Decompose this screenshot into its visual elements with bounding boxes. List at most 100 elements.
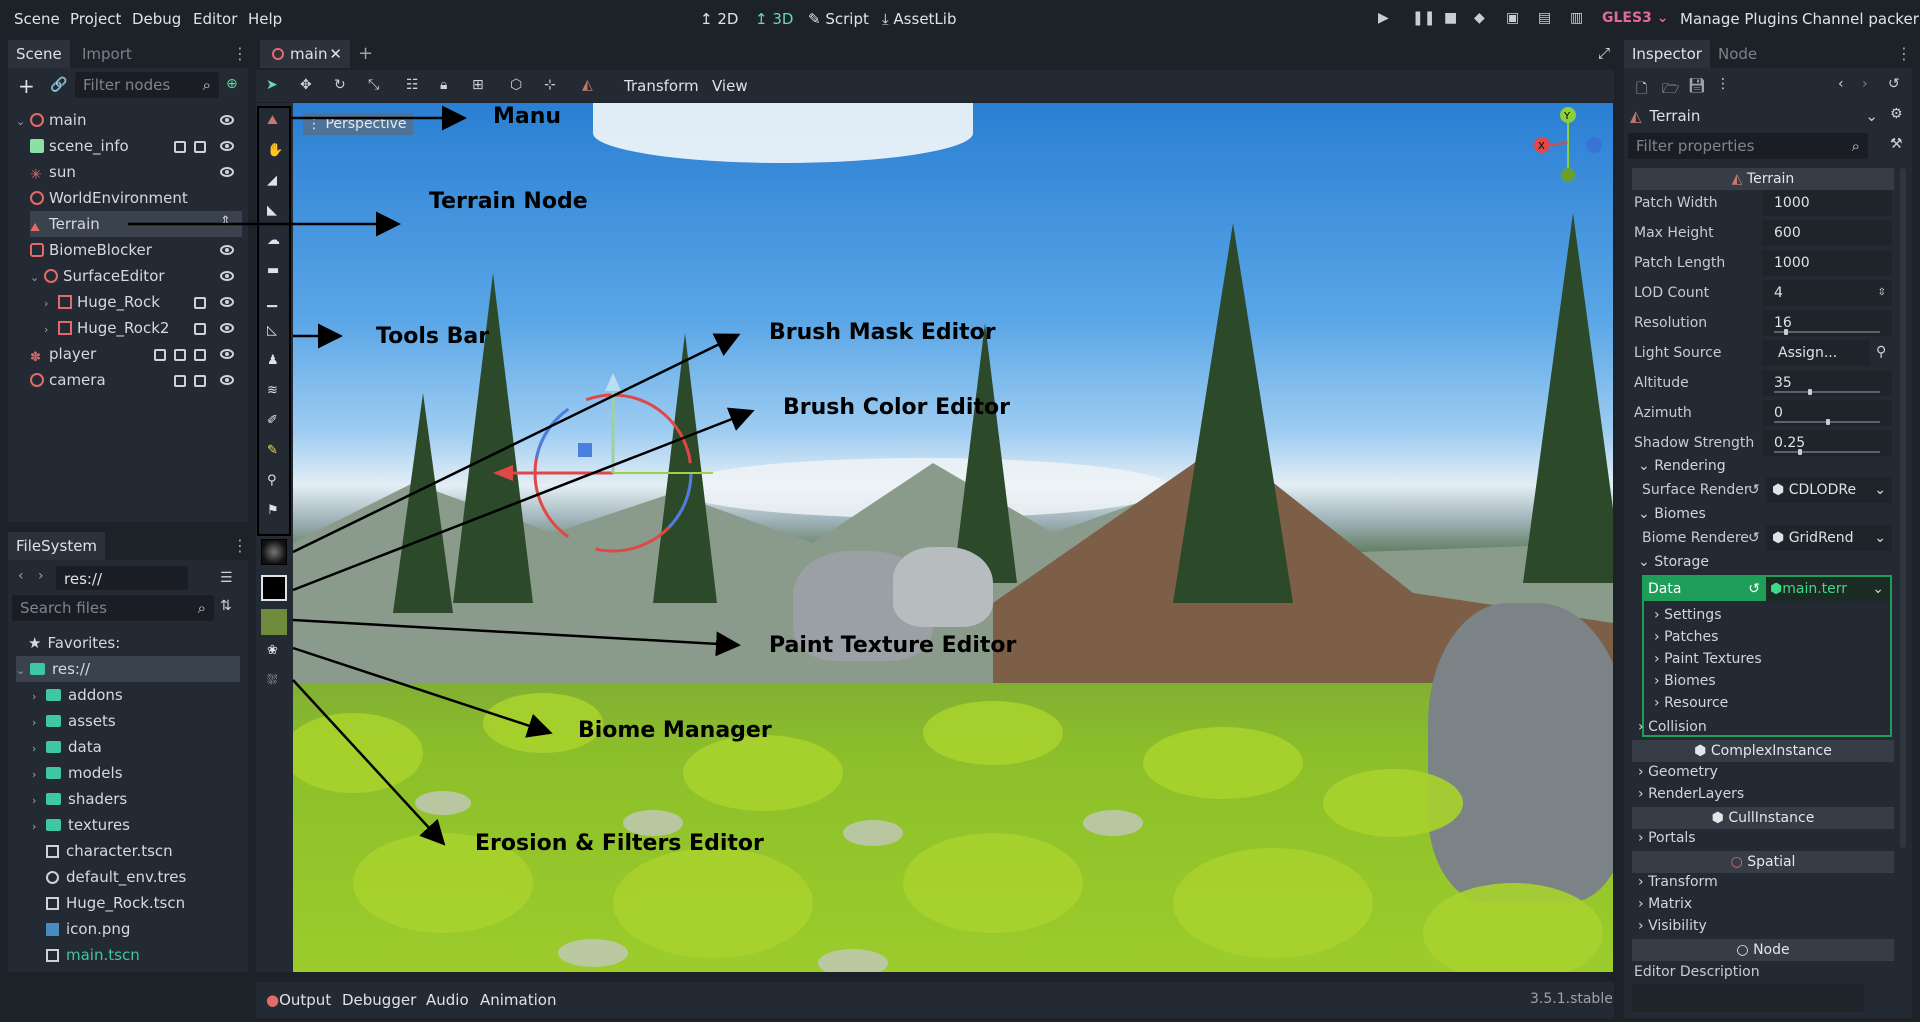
data-sub-paint-textures[interactable]: › Paint Textures: [1654, 651, 1762, 667]
renderer-select[interactable]: GLES3 ⌄: [1602, 10, 1668, 26]
mode-script-button[interactable]: ✎ Script: [808, 10, 869, 28]
forward-icon[interactable]: ›: [38, 568, 44, 584]
data-resource-picker[interactable]: ⬢main.terr ⌄: [1766, 577, 1890, 601]
script-icon[interactable]: [194, 349, 206, 361]
patch-width-field[interactable]: 1000: [1762, 190, 1892, 216]
slider-grabber[interactable]: [1808, 389, 1812, 395]
file-row[interactable]: Huge_Rock.tscn: [46, 890, 242, 916]
resolution-slider-track[interactable]: [1774, 329, 1880, 335]
menu-scene[interactable]: Scene: [14, 10, 60, 28]
hand-icon[interactable]: ✋: [267, 143, 283, 158]
mode-2d-button[interactable]: ↥ 2D: [700, 10, 738, 28]
clapper-icon[interactable]: [174, 375, 186, 387]
noise-icon[interactable]: ≋: [267, 383, 281, 398]
tab-filesystem[interactable]: FileSystem: [8, 532, 106, 560]
tree-node-world-environment[interactable]: WorldEnvironment: [30, 185, 242, 211]
max-height-field[interactable]: 600: [1762, 220, 1892, 246]
menu-editor[interactable]: Editor: [193, 10, 237, 28]
save-icon[interactable]: 💾︎: [1688, 78, 1706, 94]
lock-icon[interactable]: 🔒︎: [440, 77, 447, 93]
tree-node-huge-rock[interactable]: › Huge_Rock: [44, 289, 242, 315]
move-tool-icon[interactable]: ✥: [300, 77, 312, 93]
clapper-icon[interactable]: [174, 349, 186, 361]
clapper-icon[interactable]: [174, 141, 186, 153]
favorites-row[interactable]: ★ Favorites:: [28, 630, 242, 656]
mode-3d-button[interactable]: ↥ 3D: [755, 10, 793, 28]
movie-icon[interactable]: ▥: [1570, 10, 1583, 26]
tree-node-sun[interactable]: ✳ sun: [30, 159, 242, 185]
lod-count-spinbox[interactable]: 4 ⇳: [1762, 280, 1892, 306]
raise-icon[interactable]: ◢: [267, 173, 281, 188]
tree-node-camera[interactable]: camera: [30, 367, 242, 393]
file-row-current[interactable]: main.tscn: [46, 942, 242, 968]
tab-scene[interactable]: Scene: [8, 40, 70, 68]
tab-audio[interactable]: Audio: [426, 991, 469, 1009]
tab-debugger[interactable]: Debugger: [342, 991, 416, 1009]
menu-debug[interactable]: Debug: [132, 10, 181, 28]
terrain-tool-icon[interactable]: ◭: [582, 77, 593, 93]
folder-row[interactable]: › shaders: [32, 786, 242, 812]
close-icon[interactable]: ✕: [329, 40, 342, 68]
folder-row[interactable]: › assets: [32, 708, 242, 734]
azimuth-slider-track[interactable]: [1774, 419, 1880, 425]
altitude-slider-track[interactable]: [1774, 389, 1880, 395]
visibility-eye-icon[interactable]: [220, 245, 234, 255]
revert-icon[interactable]: ↺: [1748, 482, 1760, 498]
group-portals[interactable]: › Portals: [1638, 830, 1696, 846]
tree-node-terrain[interactable]: ⛰ Terrain: [30, 211, 242, 237]
open-folder-icon[interactable]: 🗁: [1662, 78, 1679, 102]
play-custom-icon[interactable]: ▤: [1538, 10, 1551, 26]
group-icon[interactable]: [154, 349, 166, 361]
terrain-menu-icon[interactable]: ⛰: [267, 113, 281, 128]
slider-grabber[interactable]: [1784, 329, 1788, 335]
biome-render-resource[interactable]: ⬢ GridRend ⌄: [1766, 525, 1892, 551]
file-row[interactable]: icon.png: [46, 916, 242, 942]
visibility-eye-icon[interactable]: [220, 141, 234, 151]
tree-node-scene-info[interactable]: scene_info: [30, 133, 242, 159]
tree-node-surface-editor[interactable]: ⌄ SurfaceEditor: [30, 263, 242, 289]
visibility-eye-icon[interactable]: [220, 297, 234, 307]
group-storage[interactable]: ⌄ Storage: [1638, 554, 1709, 570]
lower-icon[interactable]: ◣: [267, 203, 281, 218]
group-icon[interactable]: ⊞: [472, 77, 484, 93]
visibility-eye-icon[interactable]: [220, 115, 234, 125]
file-row[interactable]: default_env.tres: [46, 864, 242, 890]
file-row[interactable]: character.tscn: [46, 838, 242, 864]
tab-inspector[interactable]: Inspector: [1624, 40, 1710, 68]
fullscreen-icon[interactable]: ⤢: [1598, 44, 1610, 62]
smooth-icon[interactable]: ☁: [267, 233, 281, 248]
group-geometry[interactable]: › Geometry: [1638, 764, 1718, 780]
transform-gizmo[interactable]: [493, 373, 733, 573]
clapper-icon[interactable]: [194, 297, 206, 309]
menu-dots-icon[interactable]: ⋮: [1716, 76, 1730, 92]
slider-grabber[interactable]: [1798, 449, 1802, 455]
visibility-eye-icon[interactable]: [220, 349, 234, 359]
pick-node-icon[interactable]: ⚲: [1876, 344, 1886, 360]
brush-color-swatch[interactable]: [261, 575, 287, 601]
tab-animation[interactable]: Animation: [480, 991, 556, 1009]
select-tool-icon[interactable]: ➤: [266, 77, 278, 93]
slider-grabber[interactable]: [1826, 419, 1830, 425]
tree-node-biome-blocker[interactable]: BiomeBlocker: [30, 237, 242, 263]
group-biomes[interactable]: ⌄ Biomes: [1638, 506, 1706, 522]
biome-icon[interactable]: ❀: [267, 643, 281, 658]
tab-main[interactable]: main ✕: [260, 40, 350, 68]
erosion-icon[interactable]: ⛆: [267, 673, 281, 688]
group-transform[interactable]: › Transform: [1638, 874, 1718, 890]
surface-render-resource[interactable]: ⬢ CDLODRe ⌄: [1766, 477, 1892, 503]
folder-row[interactable]: › data: [32, 734, 242, 760]
channel-packer-button[interactable]: Channel packer: [1802, 10, 1919, 28]
visibility-eye-icon[interactable]: [220, 167, 234, 177]
property-settings-icon[interactable]: ⚒: [1890, 136, 1903, 152]
tab-output[interactable]: ●Output: [266, 991, 331, 1009]
spin-arrows-icon[interactable]: ⇳: [1878, 280, 1886, 306]
menu-project[interactable]: Project: [70, 10, 121, 28]
list-select-icon[interactable]: ☷: [406, 77, 419, 93]
brush-icon[interactable]: ✐: [267, 413, 281, 428]
3d-viewport[interactable]: Y X ⋮ Perspective Manu Terrain Node Tool…: [293, 103, 1613, 972]
script-icon[interactable]: [194, 375, 206, 387]
local-space-icon[interactable]: ⬡: [510, 77, 522, 93]
stamp-icon[interactable]: ♟: [267, 353, 281, 368]
dock-menu-icon[interactable]: ⋮: [232, 44, 248, 63]
history-back-icon[interactable]: ‹: [1838, 76, 1844, 92]
